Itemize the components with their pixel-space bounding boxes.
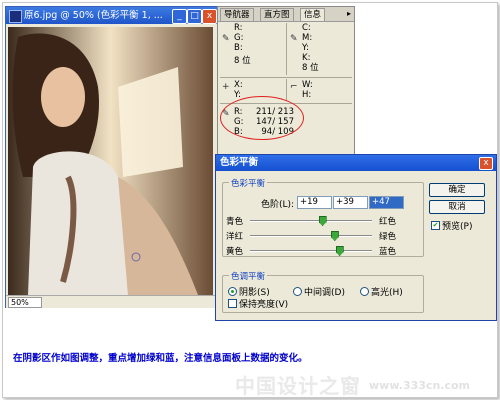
watermark-url: www.333cn.com: [369, 379, 470, 392]
eyedropper-icon: ✎: [290, 34, 298, 44]
dialog-title: 色彩平衡: [220, 157, 259, 168]
group-label: 色调平衡: [229, 270, 268, 282]
midtones-label: 中间调(D): [304, 288, 345, 298]
tab-info[interactable]: 信息: [300, 8, 326, 21]
photo-illustration: [8, 27, 213, 295]
annotation-oval: [220, 96, 304, 140]
highlights-radio[interactable]: [360, 287, 369, 296]
cyan-red-input[interactable]: +19: [297, 196, 332, 209]
maximize-button[interactable]: □: [187, 9, 202, 24]
zoom-field[interactable]: 50%: [8, 297, 42, 308]
divider: [286, 23, 287, 75]
group-label: 色彩平衡: [229, 177, 268, 189]
shadows-radio[interactable]: [228, 287, 237, 296]
yellow-blue-slider[interactable]: 黄色 蓝色: [226, 245, 396, 257]
yellow-blue-input[interactable]: +47: [369, 196, 404, 209]
document-title: 原6.jpg @ 50% (色彩平衡 1, ...: [24, 10, 163, 21]
color-balance-dialog: 色彩平衡 x 色彩平衡 色阶(L): +19 +39 +47 青色 红色 洋红 …: [215, 154, 497, 321]
midtones-radio[interactable]: [293, 287, 302, 296]
cancel-button[interactable]: 取消: [429, 200, 485, 214]
magenta-green-slider[interactable]: 洋红 绿色: [226, 230, 396, 242]
divider: [286, 79, 287, 101]
palette-tabs: 导航器 直方图 信息 ▸: [218, 7, 354, 22]
ok-button[interactable]: 确定: [429, 183, 485, 197]
instruction-caption: 在阴影区作如图调整，重点增加绿和蓝，注意信息面板上数据的变化。: [13, 353, 308, 364]
crosshair-icon: +: [222, 82, 230, 92]
minimize-button[interactable]: _: [172, 9, 187, 24]
screenshot-frame: 原6.jpg @ 50% (色彩平衡 1, ... _ □ x 50% 导航器 …: [2, 2, 498, 398]
document-title-bar[interactable]: 原6.jpg @ 50% (色彩平衡 1, ... _ □ x: [6, 7, 218, 24]
preserve-luminosity-label: 保持亮度(V): [239, 300, 289, 310]
tab-histogram[interactable]: 直方图: [260, 8, 294, 21]
magenta-green-input[interactable]: +39: [333, 196, 368, 209]
divider: [220, 77, 352, 78]
photo-canvas[interactable]: [8, 27, 213, 295]
wh-readout: W: H:: [302, 80, 313, 100]
preserve-luminosity-checkbox[interactable]: [228, 299, 237, 308]
dialog-title-bar[interactable]: 色彩平衡 x: [216, 155, 496, 171]
eyedropper-icon: ✎: [222, 34, 230, 44]
photoshop-doc-icon: [9, 10, 22, 23]
levels-label: 色阶(L):: [261, 200, 295, 210]
color-balance-group: 色彩平衡 色阶(L): +19 +39 +47 青色 红色 洋红 绿色 黄色 蓝…: [222, 177, 424, 257]
rgb-readout: R: G: B: 8 位: [234, 23, 251, 66]
cmyk-readout: C: M: Y: K: 8 位: [302, 23, 319, 73]
slider-thumb[interactable]: [318, 216, 327, 226]
highlights-label: 高光(H): [371, 288, 403, 298]
slider-thumb[interactable]: [335, 246, 344, 256]
slider-thumb[interactable]: [330, 231, 339, 241]
dialog-close-button[interactable]: x: [479, 157, 493, 170]
xy-readout: X: Y:: [234, 80, 243, 100]
palette-menu-icon[interactable]: ▸: [347, 9, 351, 18]
cyan-red-slider[interactable]: 青色 红色: [226, 215, 396, 227]
tone-balance-group: 色调平衡 阴影(S) 中间调(D) 高光(H) 保持亮度(V): [222, 270, 424, 313]
document-status-bar: 50%: [6, 295, 218, 308]
watermark: 中国设计之窗: [235, 374, 361, 398]
selection-size-icon: ⌐: [290, 82, 298, 92]
tab-navigator[interactable]: 导航器: [220, 8, 254, 21]
preview-label: 预览(P): [442, 222, 473, 232]
close-button[interactable]: x: [202, 9, 217, 24]
image-document-window: 原6.jpg @ 50% (色彩平衡 1, ... _ □ x 50%: [5, 6, 219, 308]
preview-checkbox[interactable]: ✔: [431, 221, 440, 230]
